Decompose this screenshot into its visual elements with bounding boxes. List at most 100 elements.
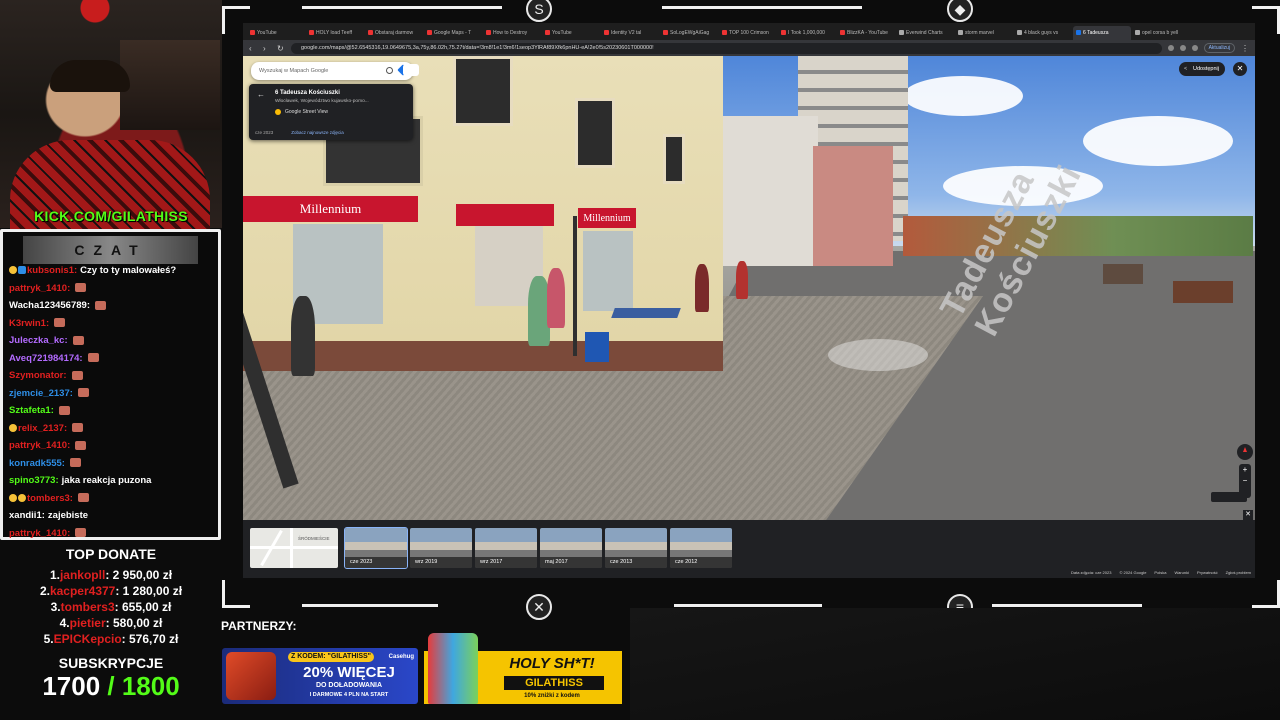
compass-icon[interactable] xyxy=(1237,444,1253,460)
browser-tab[interactable]: 4 black guys vs xyxy=(1014,26,1072,40)
chat-username[interactable]: K3rwin1: xyxy=(9,318,49,329)
browser-tab[interactable]: Obstaraj darmow xyxy=(365,26,423,40)
search-icon[interactable] xyxy=(386,67,393,74)
reload-icon[interactable]: ↻ xyxy=(277,44,285,53)
back-icon[interactable]: ‹ xyxy=(249,44,257,53)
browser-tab[interactable]: YouTube xyxy=(247,26,305,40)
newer-images-link[interactable]: Zobacz najnowsze zdjęcia xyxy=(291,130,344,135)
layers-button[interactable] xyxy=(403,64,419,76)
viewer-tools[interactable] xyxy=(1211,492,1247,502)
attribution-item[interactable]: Zgłoś problem xyxy=(1226,570,1251,575)
browser-tab[interactable]: SoLogEWgAiGag xyxy=(660,26,718,40)
chat-message: Wacha123456789: xyxy=(9,297,214,315)
attribution-item[interactable]: Polska xyxy=(1154,570,1166,575)
donate-rank: 2. xyxy=(39,584,50,598)
chat-username[interactable]: zjemcie_2137: xyxy=(9,388,73,399)
back-arrow-icon[interactable]: ← xyxy=(257,90,265,99)
browser-tab[interactable]: Google Maps - T xyxy=(424,26,482,40)
chat-emote-icon xyxy=(94,300,106,310)
extension-icon[interactable] xyxy=(1179,45,1186,51)
chat-username[interactable]: kubsonis1: xyxy=(27,265,77,276)
chat-message: pattryk_1410: xyxy=(9,437,214,455)
browser-tab[interactable]: 6 Tadeusza xyxy=(1073,26,1131,40)
timeline-thumbnail[interactable]: cze 2013 xyxy=(605,528,667,568)
donate-rank: 1. xyxy=(49,568,60,582)
zoom-in-icon[interactable]: + xyxy=(1239,464,1251,475)
chat-message-list: kubsonis1: Czy to ty malowałeś? pattryk_14… xyxy=(9,262,214,542)
chat-badge-icon xyxy=(9,266,17,275)
browser-tab[interactable]: How to Destroy xyxy=(483,26,541,40)
planter xyxy=(1103,264,1143,284)
donate-amount: : 576,70 zł xyxy=(121,632,179,646)
chat-message: zjemcie_2137: xyxy=(9,385,214,403)
zoom-out-icon[interactable]: − xyxy=(1239,475,1251,486)
maps-search-box[interactable]: Wyszukaj w Mapach Google xyxy=(251,62,413,80)
street-view-panorama[interactable]: Millennium Millennium Tadeusza Kościuszk… xyxy=(243,56,1255,520)
streamer-logo-icon: S xyxy=(526,0,552,22)
share-button[interactable]: Udostępnij xyxy=(1179,62,1225,76)
forward-icon[interactable]: › xyxy=(263,44,271,53)
product-cans-icon xyxy=(428,633,478,704)
browser-tab[interactable]: storm marvel xyxy=(955,26,1013,40)
building-window xyxy=(575,98,615,168)
chat-username[interactable]: pattryk_1410: xyxy=(9,440,70,451)
chat-username[interactable]: Juleczka_kc: xyxy=(9,335,68,346)
chat-username[interactable]: Wacha123456789: xyxy=(9,300,90,311)
subscriptions-current: 1700 xyxy=(42,671,101,701)
chat-username[interactable]: Szymonator: xyxy=(9,370,67,381)
attribution-item: © 2024 Google xyxy=(1119,570,1147,575)
timeline-thumbnail[interactable]: wrz 2019 xyxy=(410,528,472,568)
casehug-ad: Z KODEM: "GILATHISS" Casehug 20% WIĘCEJ … xyxy=(222,648,418,704)
profile-icon[interactable] xyxy=(1191,45,1198,51)
chat-username[interactable]: konradk555: xyxy=(9,458,65,469)
close-icon[interactable]: ✕ xyxy=(1233,62,1247,76)
browser-tab[interactable]: opel corsa b yell xyxy=(1132,26,1190,40)
attribution-item[interactable]: Warunki xyxy=(1174,570,1189,575)
chat-username[interactable]: pattryk_1410: xyxy=(9,528,70,539)
tab-strip: YouTube HOLY load Teeff Obstaraj darmow Goo… xyxy=(243,23,1255,40)
browser-tab[interactable]: HOLY load Teeff xyxy=(306,26,364,40)
timeline-thumbnail[interactable]: maj 2017 xyxy=(540,528,602,568)
donate-row: 2.kacper4377: 1 280,00 zł xyxy=(0,583,222,599)
chat-emote-icon xyxy=(77,388,89,398)
url-field[interactable]: google.com/maps/@52.6545316,19.0649675,3… xyxy=(291,42,1162,54)
chat-username[interactable]: relix_2137: xyxy=(18,423,67,434)
timeline-thumbnail[interactable]: cze 2023 xyxy=(344,527,408,569)
chat-username[interactable]: Sztafeta1: xyxy=(9,405,54,416)
timeline-thumbnail[interactable]: cze 2012 xyxy=(670,528,732,568)
browser-tab[interactable]: Identity V2 tal xyxy=(601,26,659,40)
browser-tab[interactable]: Everwind Charts xyxy=(896,26,954,40)
navigation-arrow[interactable] xyxy=(828,339,928,371)
timeline-thumbnail[interactable]: wrz 2017 xyxy=(475,528,537,568)
ad-headline: HOLY SH*T! xyxy=(509,655,595,672)
stream-layout: KICK.COM/GILATHISS CZAT kubsonis1: Czy to… xyxy=(0,0,1280,720)
streamer-hair xyxy=(50,60,130,92)
chat-username[interactable]: Aveq721984174: xyxy=(9,353,83,364)
pink-building xyxy=(813,146,893,266)
bench xyxy=(611,308,681,318)
webcam-feed xyxy=(0,0,222,230)
trash-bin xyxy=(585,332,609,362)
cloud xyxy=(903,76,1023,116)
chat-username[interactable]: tombers3: xyxy=(27,493,73,504)
attribution-item[interactable]: Prywatność xyxy=(1197,570,1218,575)
browser-tab[interactable]: BlizzKA - YouTube xyxy=(837,26,895,40)
chat-message: tombers3: xyxy=(9,490,214,508)
minimap-road xyxy=(290,528,293,568)
extension-icon[interactable] xyxy=(1167,45,1174,51)
menu-icon[interactable]: ⋮ xyxy=(1241,44,1249,53)
street-view-icon xyxy=(275,109,281,115)
browser-tab[interactable]: I Took 1,000,000 xyxy=(778,26,836,40)
donate-rank: 3. xyxy=(50,600,61,614)
browser-tab[interactable]: TOP 100 Crimson xyxy=(719,26,777,40)
bank-sign-right-text: Millennium xyxy=(583,212,631,224)
close-timeline-icon[interactable]: ✕ xyxy=(1243,510,1253,520)
chat-username[interactable]: spino3773: xyxy=(9,475,59,486)
chat-username[interactable]: pattryk_1410: xyxy=(9,283,70,294)
update-button[interactable]: Aktualizuj xyxy=(1203,43,1235,53)
chat-emote-icon xyxy=(71,370,83,380)
chat-username[interactable]: xandii1: xyxy=(9,510,45,521)
minimap[interactable]: ŚRÓDMIEŚCIE xyxy=(250,528,338,568)
sign-pole xyxy=(573,216,577,356)
browser-tab[interactable]: YouTube xyxy=(542,26,600,40)
